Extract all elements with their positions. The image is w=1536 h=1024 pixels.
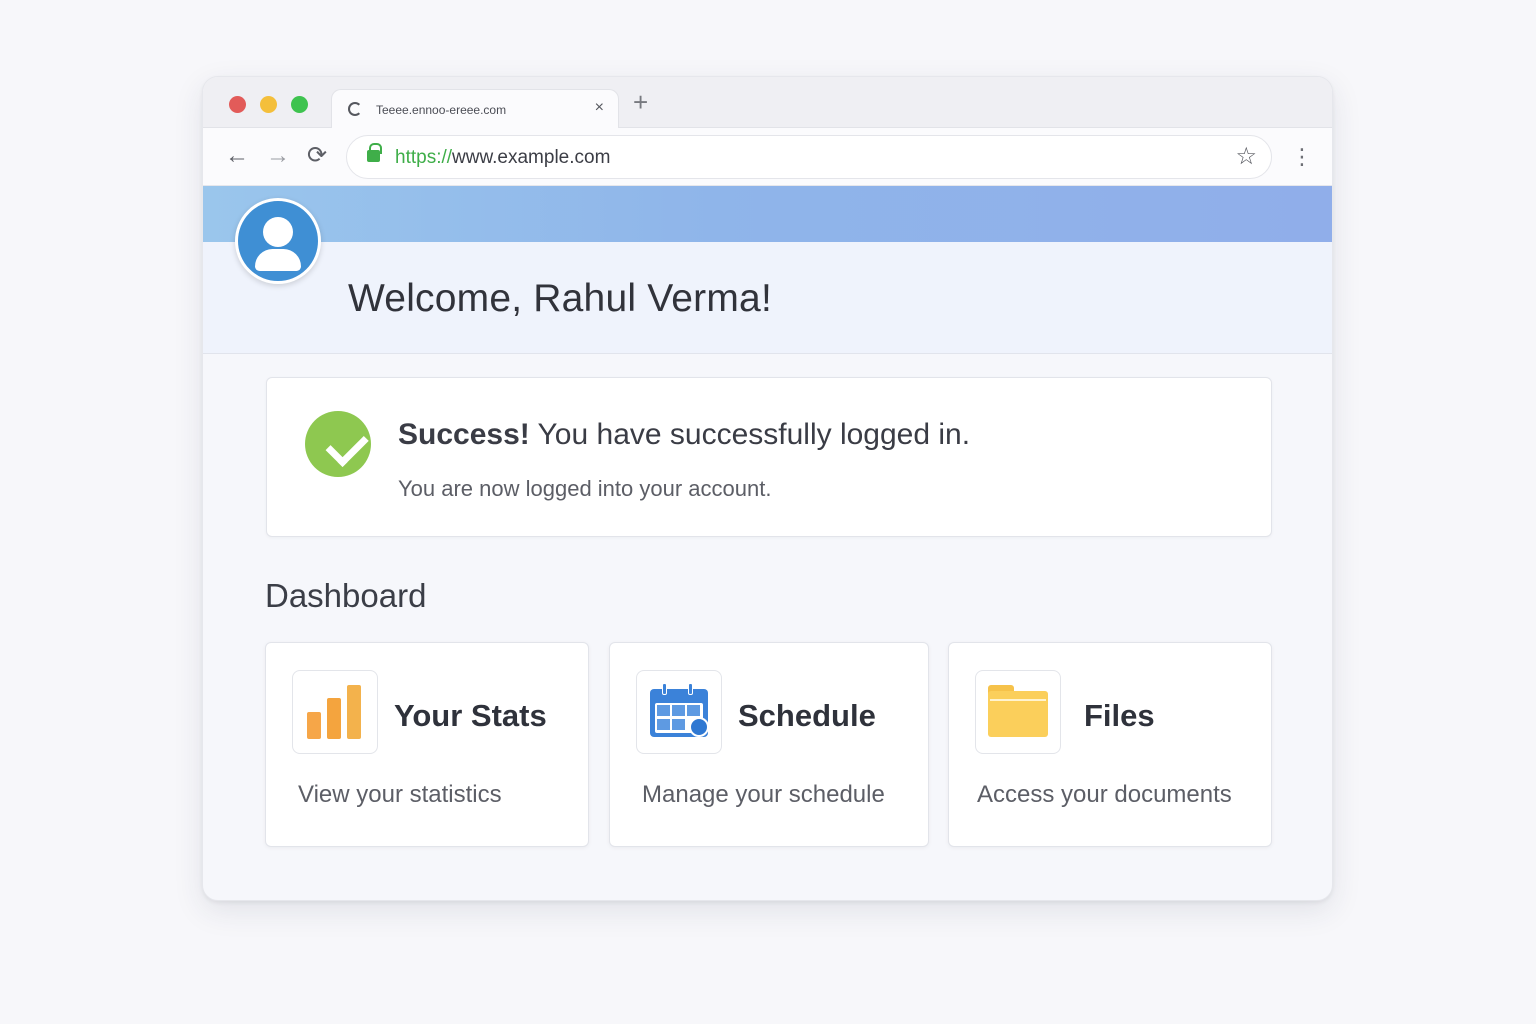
minimize-window-button[interactable] — [260, 96, 277, 113]
tab-close-icon[interactable]: × — [595, 99, 604, 117]
lock-icon — [367, 143, 382, 162]
clock-badge-icon — [689, 717, 709, 737]
card-title: Your Stats — [394, 698, 547, 733]
close-window-button[interactable] — [229, 96, 246, 113]
avatar[interactable] — [235, 198, 321, 284]
folder-body — [988, 691, 1048, 737]
calendar-cell — [657, 719, 670, 730]
schedule-card[interactable]: Schedule Manage your schedule — [609, 642, 929, 847]
user-body-icon — [255, 249, 301, 271]
browser-window: Teeee.ennoo-ereee.com × + ← → ⟳ https://… — [202, 76, 1333, 901]
folder-icon — [975, 670, 1061, 754]
card-title: Files — [1084, 698, 1155, 733]
check-icon — [305, 411, 371, 477]
bar-chart-icon — [292, 670, 378, 754]
bar-chart-bar — [327, 698, 341, 739]
new-tab-button[interactable]: + — [633, 89, 648, 115]
alert-title-bold: Success! — [398, 418, 530, 451]
card-description: View your statistics — [298, 781, 502, 808]
dashboard-title: Dashboard — [265, 577, 427, 614]
stats-card[interactable]: Your Stats View your statistics — [265, 642, 589, 847]
tab-title: Teeee.ennoo-ereee.com — [376, 103, 507, 117]
user-head-icon — [263, 217, 293, 247]
loading-spinner-icon — [348, 102, 362, 116]
calendar-icon — [636, 670, 722, 754]
bookmark-star-icon[interactable]: ☆ — [1235, 144, 1257, 170]
page-title: Welcome, Rahul Verma! — [348, 277, 772, 320]
browser-menu-icon[interactable]: ⋮ — [1291, 144, 1313, 170]
reload-button[interactable]: ⟳ — [307, 143, 327, 169]
forward-button[interactable]: → — [266, 143, 290, 169]
maximize-window-button[interactable] — [291, 96, 308, 113]
browser-tab[interactable]: Teeee.ennoo-ereee.com × — [331, 89, 619, 129]
calendar-ring — [662, 683, 667, 695]
bar-chart-bar — [307, 712, 321, 739]
files-card[interactable]: Files Access your documents — [948, 642, 1272, 847]
folder-line — [990, 699, 1046, 701]
alert-title: Success! You have successfully logged in… — [398, 418, 970, 452]
card-description: Manage your schedule — [642, 781, 885, 808]
calendar-cell — [672, 705, 685, 716]
success-alert: Success! You have successfully logged in… — [266, 377, 1272, 537]
calendar-cell — [672, 719, 685, 730]
card-title: Schedule — [738, 698, 876, 733]
url-protocol: https:// — [395, 147, 453, 168]
card-description: Access your documents — [977, 781, 1232, 808]
browser-toolbar: ← → ⟳ https://www.example.com ☆ ⋮ — [203, 128, 1332, 186]
calendar-cell — [687, 705, 700, 716]
url-text[interactable]: https://www.example.com — [395, 147, 610, 169]
calendar-ring — [688, 683, 693, 695]
profile-banner — [203, 186, 1332, 242]
alert-title-rest: You have successfully logged in. — [529, 418, 971, 451]
url-host: www.example.com — [452, 147, 611, 168]
alert-subtitle: You are now logged into your account. — [398, 476, 772, 501]
back-button[interactable]: ← — [225, 143, 249, 169]
calendar-cell — [657, 705, 670, 716]
tab-bar: Teeee.ennoo-ereee.com × + — [203, 77, 1332, 129]
address-bar[interactable]: https://www.example.com ☆ — [346, 135, 1272, 179]
bar-chart-bar — [347, 685, 361, 739]
